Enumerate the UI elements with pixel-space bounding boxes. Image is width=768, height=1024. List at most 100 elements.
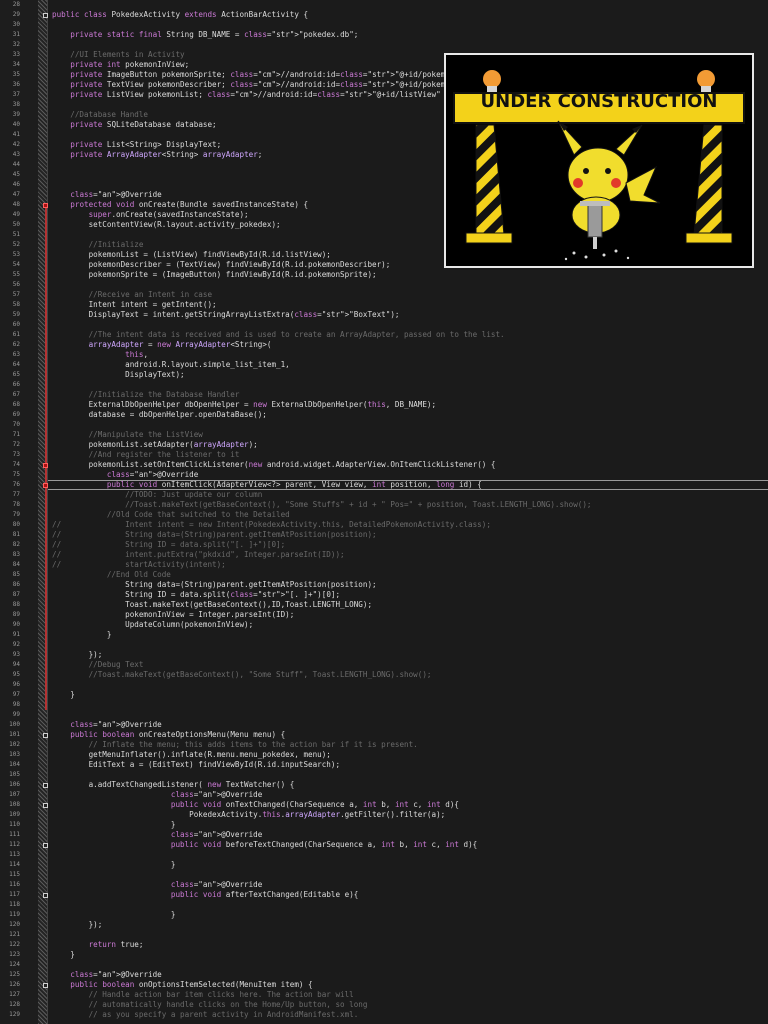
code-line[interactable]: 92 [0, 640, 768, 650]
code-line[interactable]: 121 [0, 930, 768, 940]
code-line[interactable]: 103 getMenuInflater().inflate(R.menu.men… [0, 750, 768, 760]
code-line[interactable]: 129 // as you specify a parent activity … [0, 1010, 768, 1020]
code-line[interactable]: 98 [0, 700, 768, 710]
code-line[interactable]: 104 EditText a = (EditText) findViewById… [0, 760, 768, 770]
code-line[interactable]: 127 // Handle action bar item clicks her… [0, 990, 768, 1000]
code-line[interactable]: 113 [0, 850, 768, 860]
code-line[interactable]: 64 android.R.layout.simple_list_item_1, [0, 360, 768, 370]
fold-toggle-icon[interactable] [43, 783, 48, 788]
fold-toggle-icon[interactable] [43, 893, 48, 898]
code-line[interactable]: 115 [0, 870, 768, 880]
code-line[interactable]: 63 this, [0, 350, 768, 360]
code-line[interactable]: 58 Intent intent = getIntent(); [0, 300, 768, 310]
code-line[interactable]: 55 pokemonSprite = (ImageButton) findVie… [0, 270, 768, 280]
fold-toggle-icon[interactable] [43, 733, 48, 738]
code-line[interactable]: 80 // Intent intent = new Intent(PokedexA… [0, 520, 768, 530]
code-line[interactable]: 70 [0, 420, 768, 430]
code-line[interactable]: 75 class="an">@Override [0, 470, 768, 480]
code-text: private ArrayAdapter<String> arrayAdapte… [70, 150, 263, 159]
code-line[interactable]: 59 DisplayText = intent.getStringArrayLi… [0, 310, 768, 320]
code-line[interactable]: 84 // startActivity(intent); [0, 560, 768, 570]
line-number: 57 [12, 291, 20, 298]
line-number: 34 [12, 61, 20, 68]
code-line[interactable]: 86 String data=(String)parent.getItemAtP… [0, 580, 768, 590]
code-line[interactable]: 90 UpdateColumn(pokemonInView); [0, 620, 768, 630]
code-line[interactable]: 107 class="an">@Override [0, 790, 768, 800]
code-line[interactable]: 122 return true; [0, 940, 768, 950]
code-line[interactable]: 123 } [0, 950, 768, 960]
code-line[interactable]: 66 [0, 380, 768, 390]
code-line[interactable]: 102 // Inflate the menu; this adds items… [0, 740, 768, 750]
code-line[interactable]: 82 // String ID = data.split("[. ]+")[0]; [0, 540, 768, 550]
code-line[interactable]: 69 database = dbOpenHelper.openDataBase(… [0, 410, 768, 420]
code-line[interactable]: 109 PokedexActivity.this.arrayAdapter.ge… [0, 810, 768, 820]
fold-toggle-icon[interactable] [43, 483, 48, 488]
code-line[interactable]: 112 public void beforeTextChanged(CharSe… [0, 840, 768, 850]
line-number: 38 [12, 101, 20, 108]
fold-toggle-icon[interactable] [43, 203, 48, 208]
code-line[interactable]: 94 //Debug Text [0, 660, 768, 670]
code-line[interactable]: 97 } [0, 690, 768, 700]
code-line[interactable]: 30 [0, 20, 768, 30]
fold-toggle-icon[interactable] [43, 13, 48, 18]
code-line[interactable]: 106 a.addTextChangedListener( new TextWa… [0, 780, 768, 790]
code-line[interactable]: 85 //End Old Code [0, 570, 768, 580]
code-line[interactable]: 56 [0, 280, 768, 290]
line-number: 99 [12, 711, 20, 718]
code-line[interactable]: 88 Toast.makeText(getBaseContext(),ID,To… [0, 600, 768, 610]
code-line[interactable]: 118 [0, 900, 768, 910]
code-line[interactable]: 60 [0, 320, 768, 330]
fold-toggle-icon[interactable] [43, 463, 48, 468]
fold-toggle-icon[interactable] [43, 803, 48, 808]
code-line[interactable]: 89 pokemonInView = Integer.parseInt(ID); [0, 610, 768, 620]
code-editor[interactable]: 28 29 public class PokedexActivity extends… [0, 0, 768, 1024]
code-line[interactable]: 32 [0, 40, 768, 50]
line-number: 64 [12, 361, 20, 368]
code-line[interactable]: 93 }); [0, 650, 768, 660]
code-line[interactable]: 119 } [0, 910, 768, 920]
code-line[interactable]: 105 [0, 770, 768, 780]
code-line[interactable]: 68 ExternalDbOpenHelper dbOpenHelper = n… [0, 400, 768, 410]
code-line[interactable]: 101 public boolean onCreateOptionsMenu(M… [0, 730, 768, 740]
code-line[interactable]: 61 //The intent data is received and is … [0, 330, 768, 340]
code-line[interactable]: 111 class="an">@Override [0, 830, 768, 840]
code-line[interactable]: 62 arrayAdapter = new ArrayAdapter<Strin… [0, 340, 768, 350]
fold-toggle-icon[interactable] [43, 983, 48, 988]
code-line[interactable]: 95 //Toast.makeText(getBaseContext(), "S… [0, 670, 768, 680]
fold-toggle-icon[interactable] [43, 843, 48, 848]
code-line[interactable]: 28 [0, 0, 768, 10]
code-line[interactable]: 128 // automatically handle clicks on th… [0, 1000, 768, 1010]
code-line[interactable]: 31 private static final String DB_NAME =… [0, 30, 768, 40]
code-line[interactable]: 120 }); [0, 920, 768, 930]
code-line[interactable]: 78 //Toast.makeText(getBaseContext(), "S… [0, 500, 768, 510]
code-line[interactable]: 77 //TODO: Just update our column [0, 490, 768, 500]
code-line[interactable]: 114 } [0, 860, 768, 870]
code-line[interactable]: 76 public void onItemClick(AdapterView<?… [0, 480, 768, 490]
code-line[interactable]: 96 [0, 680, 768, 690]
code-line[interactable]: 110 } [0, 820, 768, 830]
code-line[interactable]: 71 //Manipulate the ListView [0, 430, 768, 440]
code-line[interactable]: 29 public class PokedexActivity extends A… [0, 10, 768, 20]
code-line[interactable]: 65 DisplayText); [0, 370, 768, 380]
code-line[interactable]: 67 //Initialize the Database Handler [0, 390, 768, 400]
code-line[interactable]: 126 public boolean onOptionsItemSelected… [0, 980, 768, 990]
code-line[interactable]: 117 public void afterTextChanged(Editabl… [0, 890, 768, 900]
code-line[interactable]: 72 pokemonList.setAdapter(arrayAdapter); [0, 440, 768, 450]
code-line[interactable]: 100 class="an">@Override [0, 720, 768, 730]
code-line[interactable]: 83 // intent.putExtra("pkdxid", Integer.p… [0, 550, 768, 560]
code-line[interactable]: 74 pokemonList.setOnItemClickListener(ne… [0, 460, 768, 470]
line-number: 43 [12, 151, 20, 158]
code-line[interactable]: 99 [0, 710, 768, 720]
line-number: 76 [12, 481, 20, 488]
code-line[interactable]: 87 String ID = data.split(class="str">"[… [0, 590, 768, 600]
code-line[interactable]: 57 //Receive an Intent in case [0, 290, 768, 300]
code-text: }); [52, 920, 103, 929]
code-line[interactable]: 79 //Old Code that switched to the Detai… [0, 510, 768, 520]
code-line[interactable]: 116 class="an">@Override [0, 880, 768, 890]
code-line[interactable]: 125 class="an">@Override [0, 970, 768, 980]
code-line[interactable]: 108 public void onTextChanged(CharSequen… [0, 800, 768, 810]
code-line[interactable]: 124 [0, 960, 768, 970]
code-line[interactable]: 91 } [0, 630, 768, 640]
code-line[interactable]: 81 // String data=(String)parent.getItemA… [0, 530, 768, 540]
code-line[interactable]: 73 //And register the listener to it [0, 450, 768, 460]
